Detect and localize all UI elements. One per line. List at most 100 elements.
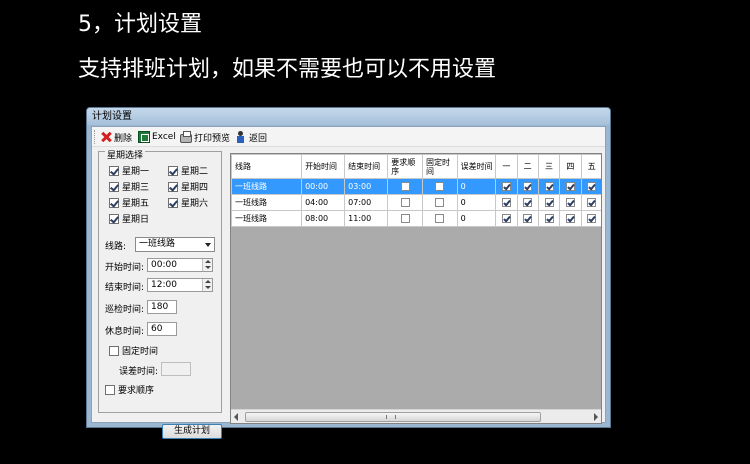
weekday-checkbox[interactable]: 星期日 xyxy=(109,212,149,225)
excel-button[interactable]: Excel xyxy=(138,130,176,144)
cell-checkbox[interactable] xyxy=(501,198,511,207)
cell-day[interactable] xyxy=(516,194,539,211)
cell-day[interactable] xyxy=(580,194,601,211)
cell-day[interactable] xyxy=(559,178,582,195)
route-select[interactable]: 一班线路 xyxy=(135,237,215,252)
weekday-checkbox[interactable]: 星期一 xyxy=(109,164,149,177)
checkbox-box xyxy=(109,181,119,192)
cell-end[interactable]: 07:00 xyxy=(344,194,389,211)
column-header[interactable]: 一 xyxy=(495,154,518,179)
cell-day[interactable] xyxy=(559,210,582,227)
cell-checkbox[interactable] xyxy=(587,182,597,191)
cell-day[interactable] xyxy=(537,194,561,211)
start-time-spinner[interactable] xyxy=(202,259,212,271)
cell-checkbox[interactable] xyxy=(435,198,445,207)
column-header[interactable]: 四 xyxy=(559,154,582,179)
rest-time-field[interactable]: 60 xyxy=(147,322,177,336)
cell-checkbox[interactable] xyxy=(544,214,554,223)
cell-checkbox[interactable] xyxy=(587,214,597,223)
cell-checkbox[interactable] xyxy=(400,182,410,191)
end-time-field[interactable]: 12:00 xyxy=(147,278,213,292)
error-time-field[interactable] xyxy=(161,362,191,376)
column-header[interactable]: 二 xyxy=(516,154,539,179)
cell-checkbox[interactable] xyxy=(400,198,410,207)
cell-checkbox[interactable] xyxy=(523,214,533,223)
column-header[interactable]: 线路 xyxy=(231,154,303,179)
weekday-checkbox[interactable]: 星期五 xyxy=(109,196,149,209)
cell-end[interactable]: 03:00 xyxy=(344,178,389,195)
window-titlebar[interactable]: 计划设置 xyxy=(87,108,610,125)
back-button[interactable]: 返回 xyxy=(235,130,267,144)
weekday-label: 星期六 xyxy=(181,199,209,209)
horizontal-scrollbar[interactable] xyxy=(231,409,601,423)
cell-checkbox[interactable] xyxy=(587,198,597,207)
cell-checkbox[interactable] xyxy=(565,198,575,207)
scroll-thumb[interactable] xyxy=(245,412,541,422)
column-header[interactable]: 五 xyxy=(580,154,601,179)
column-header[interactable]: 误差时间 xyxy=(456,154,497,179)
cell-start[interactable]: 04:00 xyxy=(301,194,346,211)
cell-order[interactable] xyxy=(387,210,423,227)
delete-button[interactable]: 删除 xyxy=(100,130,132,144)
cell-day[interactable] xyxy=(537,178,561,195)
cell-day[interactable] xyxy=(495,210,518,227)
cell-fixed[interactable] xyxy=(421,194,458,211)
cell-day[interactable] xyxy=(516,210,539,227)
cell-day[interactable] xyxy=(516,178,539,195)
cell-checkbox[interactable] xyxy=(523,198,533,207)
weekday-checkbox[interactable]: 星期二 xyxy=(168,164,208,177)
table-row[interactable]: 一班线路 08:00 11:00 0 xyxy=(231,210,601,227)
patrol-time-field[interactable]: 180 xyxy=(147,300,177,314)
window-client: 删除 Excel 打印预览 返回 星期选择 星期一 星期二 星期三 星期四 星期五 星期六… xyxy=(91,126,606,439)
column-header[interactable]: 固定时间 xyxy=(421,154,458,179)
cell-day[interactable] xyxy=(580,178,601,195)
cell-checkbox[interactable] xyxy=(501,214,511,223)
cell-checkbox[interactable] xyxy=(501,182,511,191)
cell-route[interactable]: 一班线路 xyxy=(231,194,303,211)
fixed-time-checkbox[interactable]: 固定时间 xyxy=(109,344,158,357)
cell-checkbox[interactable] xyxy=(435,182,445,191)
cell-checkbox[interactable] xyxy=(565,182,575,191)
column-header[interactable]: 结束时间 xyxy=(344,154,389,179)
table-row[interactable]: 一班线路 04:00 07:00 0 xyxy=(231,194,601,211)
cell-checkbox[interactable] xyxy=(565,214,575,223)
cell-checkbox[interactable] xyxy=(523,182,533,191)
print-preview-button[interactable]: 打印预览 xyxy=(180,130,230,144)
column-header[interactable]: 要求顺序 xyxy=(387,154,423,179)
require-order-checkbox[interactable]: 要求顺序 xyxy=(105,383,154,396)
cell-fixed[interactable] xyxy=(421,178,458,195)
require-order-box xyxy=(105,384,115,395)
cell-route[interactable]: 一班线路 xyxy=(231,178,303,195)
cell-route[interactable]: 一班线路 xyxy=(231,210,303,227)
cell-checkbox[interactable] xyxy=(544,182,554,191)
cell-fixed[interactable] xyxy=(421,210,458,227)
cell-day[interactable] xyxy=(580,210,601,227)
cell-error[interactable]: 0 xyxy=(456,178,497,195)
cell-error[interactable]: 0 xyxy=(456,210,497,227)
table-row[interactable]: 一班线路 00:00 03:00 0 xyxy=(231,178,601,195)
cell-start[interactable]: 08:00 xyxy=(301,210,346,227)
weekday-checkbox[interactable]: 星期四 xyxy=(168,180,208,193)
scroll-right-icon[interactable] xyxy=(594,413,598,421)
weekday-checkbox[interactable]: 星期三 xyxy=(109,180,149,193)
window-title: 计划设置 xyxy=(92,111,132,122)
cell-checkbox[interactable] xyxy=(400,214,410,223)
cell-end[interactable]: 11:00 xyxy=(344,210,389,227)
cell-error[interactable]: 0 xyxy=(456,194,497,211)
scroll-left-icon[interactable] xyxy=(234,413,238,421)
cell-day[interactable] xyxy=(495,178,518,195)
cell-order[interactable] xyxy=(387,178,423,195)
cell-order[interactable] xyxy=(387,194,423,211)
column-header[interactable]: 三 xyxy=(537,154,561,179)
cell-checkbox[interactable] xyxy=(544,198,554,207)
cell-start[interactable]: 00:00 xyxy=(301,178,346,195)
start-time-field[interactable]: 00:00 xyxy=(147,258,213,272)
cell-checkbox[interactable] xyxy=(435,214,445,223)
end-time-spinner[interactable] xyxy=(202,279,212,291)
column-header[interactable]: 开始时间 xyxy=(301,154,346,179)
cell-day[interactable] xyxy=(559,194,582,211)
generate-plan-button[interactable]: 生成计划 xyxy=(162,424,222,439)
cell-day[interactable] xyxy=(495,194,518,211)
cell-day[interactable] xyxy=(537,210,561,227)
weekday-checkbox[interactable]: 星期六 xyxy=(168,196,208,209)
